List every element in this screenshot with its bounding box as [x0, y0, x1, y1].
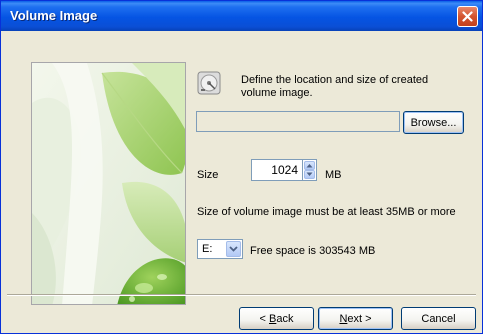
dialog-body: Define the location and size of created … — [4, 31, 479, 331]
minimum-size-note: Size of volume image must be at least 35… — [197, 206, 456, 218]
footer-separator — [7, 294, 476, 296]
drive-select[interactable]: E: — [197, 239, 243, 259]
spin-up-button[interactable] — [304, 161, 315, 170]
title-bar[interactable]: Volume Image — [1, 1, 482, 31]
next-button[interactable]: Next > — [318, 307, 393, 330]
chevron-right-icon: > — [362, 312, 372, 325]
size-unit-label: MB — [325, 169, 342, 181]
size-input[interactable] — [251, 159, 303, 181]
arrow-down-icon — [306, 172, 313, 176]
back-button[interactable]: < Back — [239, 307, 314, 330]
volume-image-dialog: Volume Image Define the location and siz… — [0, 0, 483, 334]
close-button[interactable] — [457, 6, 478, 27]
arrow-up-icon — [306, 164, 313, 168]
next-label: ext — [347, 312, 363, 325]
spin-down-button[interactable] — [304, 170, 315, 179]
size-label: Size — [197, 169, 219, 181]
browse-button[interactable]: Browse... — [403, 111, 464, 134]
drive-dropdown-button[interactable] — [226, 241, 241, 257]
size-spinner[interactable] — [302, 159, 317, 181]
window-title: Volume Image — [10, 8, 98, 23]
cancel-button[interactable]: Cancel — [401, 307, 476, 330]
chevron-left-icon: < — [259, 312, 269, 325]
chevron-down-icon — [229, 246, 238, 252]
close-icon — [462, 11, 473, 22]
dialog-description: Define the location and size of created … — [241, 74, 429, 99]
decorative-leaf-image — [31, 62, 186, 305]
free-space-label: Free space is 303543 MB — [250, 245, 376, 257]
location-path-input[interactable] — [196, 111, 400, 132]
back-mnemonic: B — [269, 312, 277, 325]
drive-selected-value: E: — [202, 243, 213, 255]
hard-disk-icon — [197, 71, 221, 95]
back-label: ack — [276, 312, 294, 325]
next-mnemonic: N — [339, 312, 348, 325]
